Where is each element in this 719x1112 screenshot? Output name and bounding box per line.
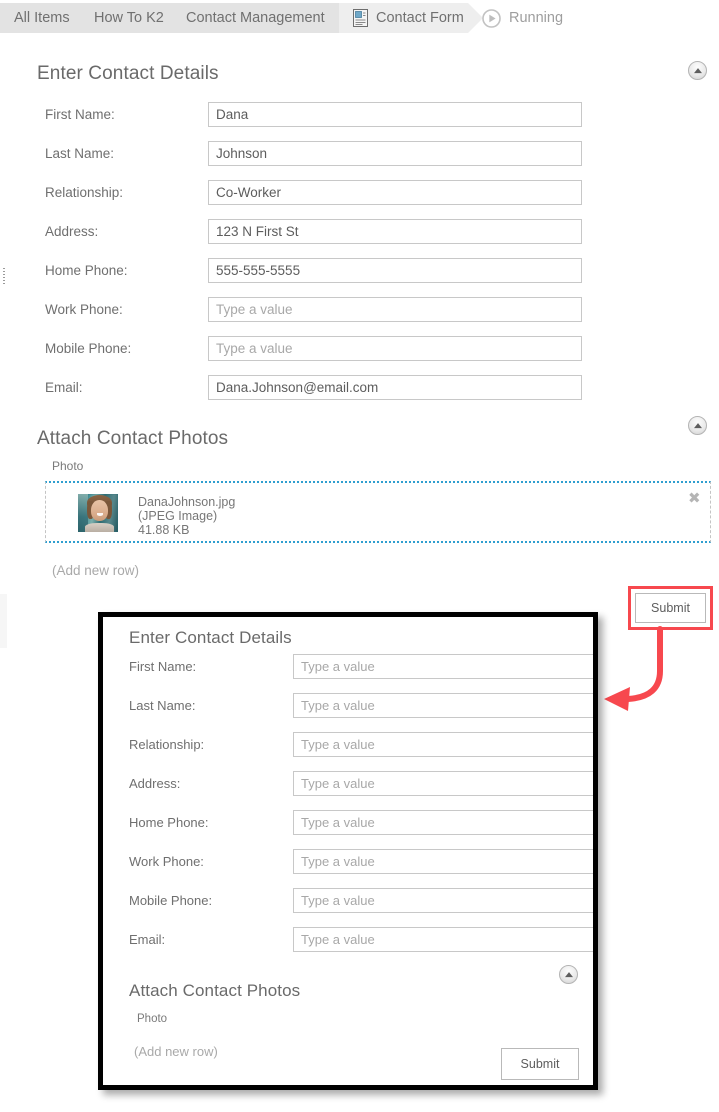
add-new-row-link[interactable]: (Add new row) [52,563,139,578]
input-first-name[interactable]: Dana [208,102,582,127]
inset-field-label-relationship: Relationship: [129,737,205,752]
input-last-name[interactable]: Johnson [208,141,582,166]
curved-arrow-left-icon [604,626,663,711]
breadcrumb-label: Contact Management [186,10,325,26]
resize-handle-dots[interactable] [3,268,5,284]
breadcrumb-item-all-items[interactable]: All Items [0,3,95,33]
inset-input-home-phone[interactable]: Type a value [293,810,593,835]
document-icon [353,9,368,27]
section-title-attach-contact-photos: Attach Contact Photos [37,428,229,449]
inset-input-mobile-phone[interactable]: Type a value [293,888,593,913]
inset-field-label-last-name: Last Name: [129,698,196,713]
breadcrumb-item-running: Running [468,3,588,33]
inset-input-email[interactable]: Type a value [293,927,593,952]
breadcrumb: All Items How To K2 Contact Management C… [0,0,719,36]
attachment-row[interactable]: DanaJohnson.jpg (JPEG Image) 41.88 KB ✖ [45,481,711,543]
inset-preview-panel: Enter Contact Details First Name: Type a… [98,612,598,1090]
breadcrumb-label: How To K2 [94,10,164,26]
play-icon [482,8,501,28]
field-label-relationship: Relationship: [45,185,124,200]
input-relationship[interactable]: Co-Worker [208,180,582,205]
inset-input-last-name[interactable]: Type a value [293,693,593,718]
inset-column-header-photo: Photo [137,1013,168,1025]
breadcrumb-item-how-to-k2[interactable]: How To K2 [80,3,187,33]
close-icon[interactable]: ✖ [688,491,701,506]
field-label-mobile-phone: Mobile Phone: [45,341,132,356]
breadcrumb-label: All Items [14,10,70,26]
field-label-home-phone: Home Phone: [45,263,128,278]
page-title-enter-contact-details: Enter Contact Details [37,63,219,84]
input-mobile-phone[interactable]: Type a value [208,336,582,361]
field-label-address: Address: [45,224,99,239]
attachment-file-type: (JPEG Image) [138,509,218,523]
breadcrumb-item-contact-management[interactable]: Contact Management [172,3,354,33]
breadcrumb-label: Running [509,10,564,26]
inset-input-work-phone[interactable]: Type a value [293,849,593,874]
left-scroll-band[interactable] [0,594,7,648]
inset-field-label-mobile-phone: Mobile Phone: [129,893,213,908]
input-email[interactable]: Dana.Johnson@email.com [208,375,582,400]
breadcrumb-label: Contact Form [376,10,464,26]
inset-submit-button[interactable]: Submit [501,1048,579,1080]
attachment-file-size: 41.88 KB [138,523,190,537]
field-label-work-phone: Work Phone: [45,302,123,317]
inset-field-label-email: Email: [129,932,166,947]
inset-field-label-home-phone: Home Phone: [129,815,209,830]
inset-input-relationship[interactable]: Type a value [293,732,593,757]
submit-button[interactable]: Submit [635,593,706,623]
attachment-file-name: DanaJohnson.jpg [138,495,236,509]
inset-input-address[interactable]: Type a value [293,771,593,796]
input-address[interactable]: 123 N First St [208,219,582,244]
column-header-photo: Photo [52,459,84,473]
contact-photo-thumbnail [78,494,118,532]
inset-collapse-photos-button[interactable] [559,965,578,984]
inset-field-label-first-name: First Name: [129,659,197,674]
collapse-details-button[interactable] [688,61,707,80]
inset-input-first-name[interactable]: Type a value [293,654,593,679]
inset-field-label-address: Address: [129,776,181,791]
inset-field-label-work-phone: Work Phone: [129,854,204,869]
field-label-last-name: Last Name: [45,146,115,161]
inset-section-title-enter-contact-details: Enter Contact Details [129,628,292,647]
inset-section-title-attach-contact-photos: Attach Contact Photos [129,981,301,1000]
input-work-phone[interactable]: Type a value [208,297,582,322]
inset-add-new-row-link[interactable]: (Add new row) [134,1044,218,1059]
field-label-email: Email: [45,380,83,395]
collapse-photos-button[interactable] [688,416,707,435]
field-label-first-name: First Name: [45,107,115,122]
breadcrumb-item-contact-form[interactable]: Contact Form [339,3,483,33]
input-home-phone[interactable]: 555-555-5555 [208,258,582,283]
